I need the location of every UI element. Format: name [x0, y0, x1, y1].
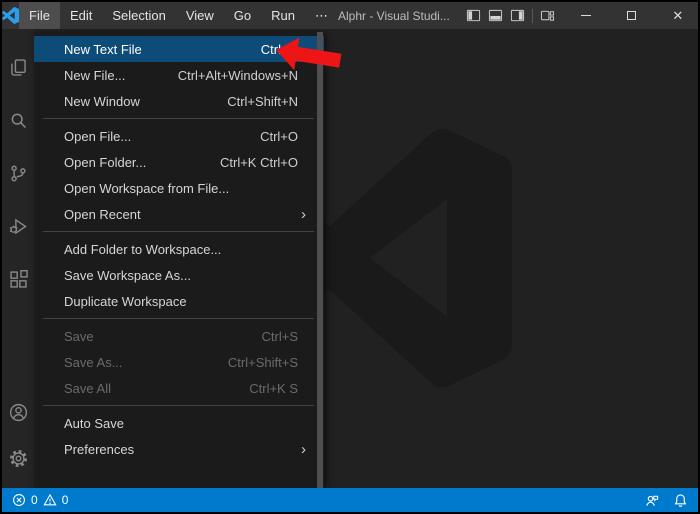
- menubar-item-run[interactable]: Run: [261, 2, 305, 29]
- close-button[interactable]: ✕: [655, 2, 700, 29]
- menu-separator: [43, 231, 314, 232]
- main-area: New Text File Ctrl+N New File... Ctrl+Al…: [2, 29, 698, 488]
- vscode-window: File Edit Selection View Go Run ⋯ Alphr …: [0, 0, 700, 514]
- titlebar-separator: [532, 9, 533, 23]
- toggle-secondary-sidebar-icon[interactable]: [510, 8, 525, 23]
- error-count: 0: [31, 493, 38, 507]
- toggle-panel-icon[interactable]: [488, 8, 503, 23]
- source-control-icon[interactable]: [6, 161, 30, 185]
- menu-item-label: New Window: [64, 94, 227, 109]
- submenu-chevron-icon: ›: [301, 441, 306, 458]
- submenu-chevron-icon: ›: [301, 206, 306, 223]
- activity-bar-bottom: [6, 400, 30, 470]
- menu-scrollbar[interactable]: [317, 32, 323, 488]
- menu-separator: [43, 405, 314, 406]
- menu-item-add-folder-to-workspace[interactable]: Add Folder to Workspace...: [34, 236, 324, 262]
- menubar-item-edit[interactable]: Edit: [60, 2, 102, 29]
- layout-controls: [458, 2, 563, 29]
- notifications-bell-icon[interactable]: [673, 493, 688, 508]
- menu-item-label: Duplicate Workspace: [64, 294, 298, 309]
- menubar-item-file[interactable]: File: [19, 2, 60, 29]
- menu-item-save-workspace-as[interactable]: Save Workspace As...: [34, 262, 324, 288]
- error-icon: [12, 493, 26, 507]
- toggle-primary-sidebar-icon[interactable]: [466, 8, 481, 23]
- menu-item-label: Add Folder to Workspace...: [64, 242, 298, 257]
- menu-item-save: Save Ctrl+S: [34, 323, 324, 349]
- minimize-icon: [581, 15, 591, 16]
- menu-item-open-file[interactable]: Open File... Ctrl+O: [34, 123, 324, 149]
- customize-layout-icon[interactable]: [540, 8, 555, 23]
- maximize-button[interactable]: [609, 2, 655, 29]
- menu-item-shortcut: Ctrl+K S: [249, 381, 298, 396]
- menu-item-label: Preferences: [64, 442, 301, 457]
- menu-item-label: Auto Save: [64, 416, 298, 431]
- extensions-icon[interactable]: [6, 267, 30, 291]
- minimize-button[interactable]: [563, 2, 609, 29]
- file-menu-dropdown: New Text File Ctrl+N New File... Ctrl+Al…: [34, 32, 324, 488]
- menu-item-label: Open File...: [64, 129, 260, 144]
- maximize-icon: [627, 11, 636, 20]
- menu-item-shortcut: Ctrl+O: [260, 129, 298, 144]
- menu-item-new-window[interactable]: New Window Ctrl+Shift+N: [34, 88, 324, 114]
- menubar-more-icon[interactable]: ⋯: [305, 2, 338, 29]
- statusbar-right: [644, 493, 688, 508]
- menu-item-save-all: Save All Ctrl+K S: [34, 375, 324, 401]
- menu-item-save-as: Save As... Ctrl+Shift+S: [34, 349, 324, 375]
- menu-item-shortcut: Ctrl+S: [262, 329, 298, 344]
- menubar-item-selection[interactable]: Selection: [102, 2, 175, 29]
- menu-item-shortcut: Ctrl+K Ctrl+O: [220, 155, 298, 170]
- window-controls: ✕: [563, 2, 700, 29]
- menu-item-label: Save Workspace As...: [64, 268, 298, 283]
- menu-item-label: Save As...: [64, 355, 228, 370]
- menu-separator: [43, 118, 314, 119]
- run-debug-icon[interactable]: [6, 214, 30, 238]
- menu-item-open-folder[interactable]: Open Folder... Ctrl+K Ctrl+O: [34, 149, 324, 175]
- explorer-icon[interactable]: [6, 55, 30, 79]
- titlebar: File Edit Selection View Go Run ⋯ Alphr …: [2, 2, 698, 29]
- menu-item-preferences[interactable]: Preferences ›: [34, 436, 324, 462]
- menu-item-label: Open Workspace from File...: [64, 181, 298, 196]
- menubar-item-view[interactable]: View: [176, 2, 224, 29]
- warning-count: 0: [62, 493, 69, 507]
- menu-item-duplicate-workspace[interactable]: Duplicate Workspace: [34, 288, 324, 314]
- menu-item-open-workspace-from-file[interactable]: Open Workspace from File...: [34, 175, 324, 201]
- settings-gear-icon[interactable]: [6, 446, 30, 470]
- menu-item-shortcut: Ctrl+Shift+S: [228, 355, 298, 370]
- menubar: File Edit Selection View Go Run ⋯: [19, 2, 338, 29]
- menu-item-label: Save: [64, 329, 262, 344]
- menu-item-auto-save[interactable]: Auto Save: [34, 410, 324, 436]
- menubar-item-go[interactable]: Go: [224, 2, 261, 29]
- warning-icon: [43, 493, 57, 507]
- vscode-logo-icon: [2, 2, 19, 29]
- window-title: Alphr - Visual Studi...: [338, 9, 458, 23]
- menu-item-label: Open Recent: [64, 207, 301, 222]
- accounts-icon[interactable]: [6, 400, 30, 424]
- menu-item-label: Open Folder...: [64, 155, 220, 170]
- menu-item-label: New File...: [64, 68, 178, 83]
- menu-separator: [43, 318, 314, 319]
- menu-item-label: New Text File: [64, 42, 261, 57]
- menu-item-label: Save All: [64, 381, 249, 396]
- close-icon: ✕: [672, 8, 683, 24]
- menu-item-open-recent[interactable]: Open Recent ›: [34, 201, 324, 227]
- problems-status[interactable]: 0 0: [12, 493, 68, 507]
- status-bar: 0 0: [2, 488, 698, 512]
- search-icon[interactable]: [6, 108, 30, 132]
- menu-item-shortcut: Ctrl+Shift+N: [227, 94, 298, 109]
- activity-bar: [2, 29, 34, 488]
- feedback-icon[interactable]: [644, 493, 659, 508]
